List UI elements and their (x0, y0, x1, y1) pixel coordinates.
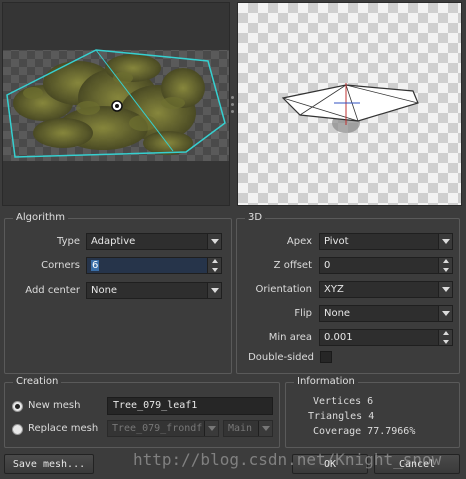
mesh-3d-render (281, 83, 419, 133)
flip-dropdown[interactable]: None (319, 305, 453, 322)
corners-label: Corners (41, 260, 80, 271)
flip-label: Flip (294, 308, 312, 319)
algorithm-title: Algorithm (13, 212, 68, 223)
new-mesh-name-input[interactable]: Tree_079_leaf1 (107, 397, 273, 415)
replace-submesh-dropdown[interactable]: Main (223, 420, 273, 437)
min-area-value: 0.001 (324, 332, 353, 343)
chevron-down-icon (438, 234, 452, 249)
type-value: Adaptive (91, 236, 136, 247)
new-mesh-label: New mesh (28, 400, 81, 411)
creation-group: Creation (4, 376, 280, 448)
z-offset-value: 0 (324, 260, 331, 271)
double-sided-label: Double-sided (248, 352, 314, 363)
chevron-down-icon (438, 282, 452, 297)
vertices-count: Vertices 6 (313, 396, 374, 407)
spin-arrows-icon[interactable] (438, 258, 452, 273)
replace-mesh-dropdown[interactable]: Tree_079_frondf (107, 420, 219, 437)
chevron-down-icon (258, 421, 272, 436)
min-area-label: Min area (268, 332, 312, 343)
chevron-down-icon (207, 234, 221, 249)
coverage-value: Coverage 77.7966% (313, 426, 416, 437)
z-offset-spinbox[interactable]: 0 (319, 257, 453, 274)
apex-dropdown[interactable]: Pivot (319, 233, 453, 250)
add-center-label: Add center (25, 285, 80, 296)
texture-preview[interactable] (2, 2, 230, 206)
new-mesh-radio[interactable] (12, 401, 23, 412)
add-center-value: None (91, 285, 118, 296)
orientation-dropdown[interactable]: XYZ (319, 281, 453, 298)
chevron-down-icon (204, 421, 218, 436)
triangles-count: Triangles 4 (308, 411, 375, 422)
watermark-text: http://blog.csdn.net/Knight_snow (133, 450, 442, 469)
3d-title: 3D (245, 212, 266, 223)
z-offset-label: Z offset (273, 260, 312, 271)
save-mesh-button[interactable]: Save mesh... (4, 454, 94, 474)
replace-mesh-value: Tree_079_frondf (112, 423, 203, 434)
corners-value: 6 (91, 260, 100, 271)
orientation-value: XYZ (324, 284, 344, 295)
creation-title: Creation (13, 376, 62, 387)
spin-arrows-icon[interactable] (438, 330, 452, 345)
replace-mesh-label: Replace mesh (28, 423, 99, 434)
replace-mesh-radio[interactable] (12, 424, 23, 435)
information-title: Information (294, 376, 358, 387)
type-dropdown[interactable]: Adaptive (86, 233, 222, 250)
chevron-down-icon (207, 283, 221, 298)
double-sided-checkbox[interactable] (320, 351, 332, 363)
mesh-3d-preview[interactable] (237, 2, 462, 206)
replace-submesh-value: Main (228, 423, 253, 434)
apex-value: Pivot (324, 236, 349, 247)
type-label: Type (57, 236, 80, 247)
min-area-spinbox[interactable]: 0.001 (319, 329, 453, 346)
new-mesh-name-value: Tree_079_leaf1 (113, 400, 198, 411)
apex-label: Apex (286, 236, 312, 247)
chevron-down-icon (438, 306, 452, 321)
add-center-dropdown[interactable]: None (86, 282, 222, 299)
orientation-label: Orientation (255, 284, 312, 295)
leaf-texture-image (6, 49, 226, 158)
spin-arrows-icon[interactable] (207, 258, 221, 273)
pane-splitter[interactable] (231, 96, 235, 120)
corners-spinbox[interactable]: 6 (86, 257, 222, 274)
flip-value: None (324, 308, 351, 319)
